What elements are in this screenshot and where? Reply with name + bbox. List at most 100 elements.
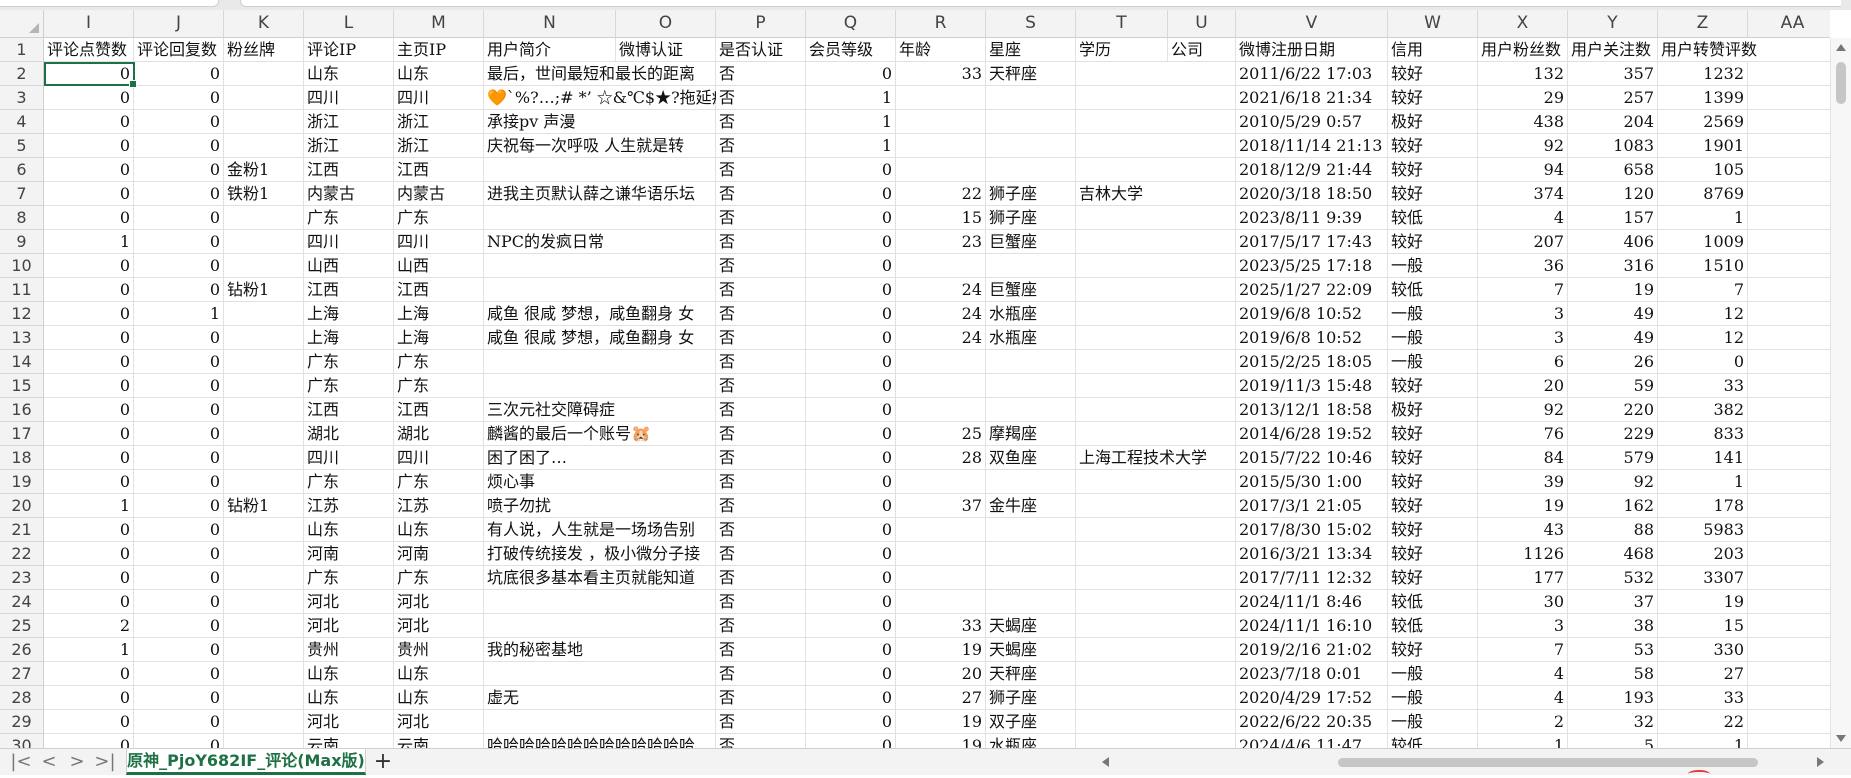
table-cell[interactable]: 较低 xyxy=(1388,734,1478,748)
table-cell[interactable]: 0 xyxy=(134,62,224,86)
row-header[interactable]: 20 xyxy=(0,494,43,518)
table-cell[interactable]: 0 xyxy=(806,398,896,422)
table-cell[interactable]: 较低 xyxy=(1388,206,1478,230)
table-cell[interactable] xyxy=(1076,326,1236,350)
scroll-up-icon[interactable] xyxy=(1836,44,1846,51)
table-cell[interactable]: 0 xyxy=(806,326,896,350)
table-cell[interactable]: 山东 xyxy=(394,662,484,686)
table-cell[interactable]: 0 xyxy=(806,374,896,398)
row-header[interactable]: 2 xyxy=(0,62,43,86)
table-cell[interactable] xyxy=(1748,590,1830,614)
row-header[interactable]: 13 xyxy=(0,326,43,350)
table-cell[interactable]: 巨蟹座 xyxy=(986,278,1076,302)
table-cell[interactable] xyxy=(224,398,304,422)
table-cell[interactable] xyxy=(224,302,304,326)
table-cell[interactable]: 0 xyxy=(134,254,224,278)
table-cell[interactable]: 0 xyxy=(44,566,134,590)
add-sheet-button[interactable]: + xyxy=(370,749,396,775)
table-cell[interactable] xyxy=(986,86,1076,110)
table-cell[interactable]: 49 xyxy=(1568,326,1658,350)
table-cell[interactable]: 2023/8/11 9:39 xyxy=(1236,206,1388,230)
row-header[interactable]: 19 xyxy=(0,470,43,494)
table-cell[interactable]: 山西 xyxy=(394,254,484,278)
table-cell[interactable] xyxy=(224,230,304,254)
table-cell[interactable]: 207 xyxy=(1478,230,1568,254)
table-cell[interactable]: 0 xyxy=(134,374,224,398)
table-cell[interactable]: 0 xyxy=(806,206,896,230)
table-cell[interactable] xyxy=(1076,686,1236,710)
row-header[interactable]: 8 xyxy=(0,206,43,230)
table-cell[interactable] xyxy=(224,518,304,542)
table-cell[interactable]: 0 xyxy=(134,542,224,566)
row-header[interactable]: 21 xyxy=(0,518,43,542)
table-cell[interactable] xyxy=(484,254,716,278)
table-cell[interactable]: 5983 xyxy=(1658,518,1748,542)
table-cell[interactable]: 2021/6/18 21:34 xyxy=(1236,86,1388,110)
table-cell[interactable]: 1 xyxy=(1658,206,1748,230)
table-cell[interactable] xyxy=(896,134,986,158)
table-cell[interactable]: 316 xyxy=(1568,254,1658,278)
row-header[interactable]: 4 xyxy=(0,110,43,134)
table-cell[interactable]: 2025/1/27 22:09 xyxy=(1236,278,1388,302)
table-cell[interactable]: 坑底很多基本看主页就能知道 xyxy=(484,566,716,590)
table-cell[interactable]: 否 xyxy=(716,494,806,518)
table-cell[interactable]: 广东 xyxy=(304,350,394,374)
table-cell[interactable]: 一般 xyxy=(1388,326,1478,350)
table-cell[interactable]: 32 xyxy=(1568,710,1658,734)
sheet-tab[interactable]: 原神_PjoY682IF_评论(Max版) xyxy=(126,749,366,775)
table-cell[interactable] xyxy=(484,590,716,614)
table-cell[interactable]: 658 xyxy=(1568,158,1658,182)
table-cell[interactable]: 141 xyxy=(1658,446,1748,470)
table-cell[interactable]: 1 xyxy=(806,110,896,134)
table-cell[interactable] xyxy=(1076,350,1236,374)
table-cell[interactable]: 较低 xyxy=(1388,590,1478,614)
header-cell[interactable]: 微博注册日期 xyxy=(1236,38,1388,62)
table-cell[interactable] xyxy=(1748,542,1830,566)
table-cell[interactable]: 330 xyxy=(1658,638,1748,662)
table-cell[interactable]: 较好 xyxy=(1388,62,1478,86)
table-cell[interactable]: 12 xyxy=(1658,326,1748,350)
table-cell[interactable] xyxy=(224,734,304,748)
table-cell[interactable]: 0 xyxy=(134,230,224,254)
table-cell[interactable]: 金粉1 xyxy=(224,158,304,182)
table-cell[interactable]: 0 xyxy=(44,470,134,494)
table-cell[interactable]: 0 xyxy=(44,158,134,182)
table-cell[interactable]: 24 xyxy=(896,302,986,326)
table-cell[interactable]: 0 xyxy=(134,278,224,302)
table-cell[interactable]: 29 xyxy=(1478,86,1568,110)
table-cell[interactable]: 江苏 xyxy=(394,494,484,518)
table-cell[interactable]: 94 xyxy=(1478,158,1568,182)
table-cell[interactable] xyxy=(1748,566,1830,590)
table-cell[interactable]: 内蒙古 xyxy=(394,182,484,206)
table-cell[interactable]: 177 xyxy=(1478,566,1568,590)
table-cell[interactable]: 33 xyxy=(896,62,986,86)
table-cell[interactable]: 0 xyxy=(806,254,896,278)
table-cell[interactable]: 33 xyxy=(896,614,986,638)
row-header[interactable]: 27 xyxy=(0,662,43,686)
table-cell[interactable]: 1126 xyxy=(1478,542,1568,566)
table-cell[interactable]: 0 xyxy=(44,398,134,422)
table-cell[interactable]: 较好 xyxy=(1388,566,1478,590)
table-cell[interactable]: 23 xyxy=(896,230,986,254)
table-cell[interactable]: 较好 xyxy=(1388,374,1478,398)
table-cell[interactable]: 山东 xyxy=(304,662,394,686)
table-cell[interactable]: 30 xyxy=(1478,590,1568,614)
table-cell[interactable]: 有人说，人生就是一场场告别 xyxy=(484,518,716,542)
table-cell[interactable]: 承接pv 声漫 xyxy=(484,110,716,134)
table-cell[interactable]: 468 xyxy=(1568,542,1658,566)
table-cell[interactable]: 一般 xyxy=(1388,350,1478,374)
table-cell[interactable] xyxy=(484,614,716,638)
table-cell[interactable]: 0 xyxy=(134,206,224,230)
table-cell[interactable]: 否 xyxy=(716,638,806,662)
table-cell[interactable]: 山东 xyxy=(304,518,394,542)
table-cell[interactable]: 2020/3/18 18:50 xyxy=(1236,182,1388,206)
table-cell[interactable] xyxy=(224,662,304,686)
table-cell[interactable]: 江西 xyxy=(394,398,484,422)
column-header[interactable]: M xyxy=(394,10,484,37)
table-cell[interactable]: 0 xyxy=(806,542,896,566)
table-cell[interactable]: 8769 xyxy=(1658,182,1748,206)
table-cell[interactable]: 否 xyxy=(716,662,806,686)
table-cell[interactable]: 24 xyxy=(896,326,986,350)
table-cell[interactable] xyxy=(1748,398,1830,422)
row-header[interactable]: 23 xyxy=(0,566,43,590)
